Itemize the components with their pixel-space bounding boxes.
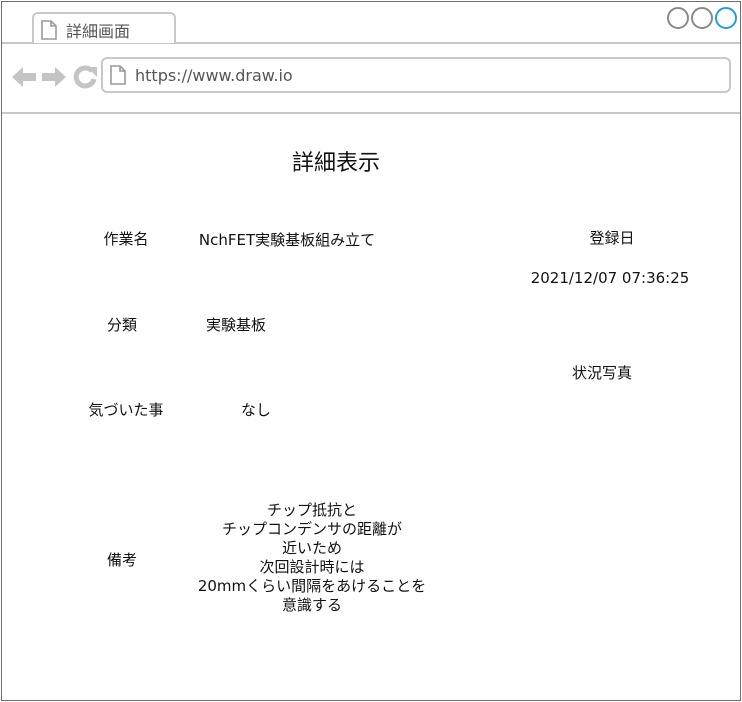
page-icon xyxy=(110,65,126,85)
registered-date-value: 2021/12/07 07:36:25 xyxy=(530,269,690,287)
document-icon xyxy=(41,20,57,40)
page-title: 詳細表示 xyxy=(291,151,380,176)
status-photo-label: 状況写真 xyxy=(571,364,632,382)
maximize-button[interactable] xyxy=(691,7,713,29)
registered-date-label: 登録日 xyxy=(589,229,635,247)
tab-title: 詳細画面 xyxy=(66,22,131,41)
task-name-label: 作業名 xyxy=(103,230,149,248)
notice-value: なし xyxy=(240,401,271,419)
forward-arrow-icon[interactable] xyxy=(41,64,67,90)
tab-strip: 詳細画面 xyxy=(2,2,740,44)
page-content: 詳細表示 作業名 NchFET実験基板組み立て 登録日 2021/12/07 0… xyxy=(2,114,740,700)
minimize-button[interactable] xyxy=(667,7,689,29)
category-label: 分類 xyxy=(106,316,137,334)
remarks-line: チップ抵抗と xyxy=(266,501,357,519)
browser-window: 詳細画面 https://www.draw.io 詳細表示 作業名 NchFET… xyxy=(1,1,741,701)
notice-label: 気づいた事 xyxy=(88,401,164,419)
remarks-line: 意識する xyxy=(281,596,342,614)
remarks-label: 備考 xyxy=(106,551,137,569)
remarks-value: チップ抵抗と チップコンデンサの距離が 近いため 次回設計時には 20mmくらい… xyxy=(172,501,452,615)
navigation-bar: https://www.draw.io xyxy=(2,44,740,114)
remarks-line: 20mmくらい間隔をあけることを xyxy=(197,577,427,595)
url-text: https://www.draw.io xyxy=(135,66,293,85)
close-button[interactable] xyxy=(715,7,737,29)
remarks-line: 近いため xyxy=(281,539,342,557)
task-name-value: NchFET実験基板組み立て xyxy=(198,231,376,249)
remarks-line: 次回設計時には xyxy=(259,558,365,576)
browser-tab[interactable]: 詳細画面 xyxy=(32,12,176,43)
remarks-line: チップコンデンサの距離が xyxy=(221,520,402,538)
address-bar[interactable]: https://www.draw.io xyxy=(101,57,731,93)
category-value: 実験基板 xyxy=(205,316,266,334)
reload-icon[interactable] xyxy=(72,64,98,90)
back-arrow-icon[interactable] xyxy=(11,64,37,90)
